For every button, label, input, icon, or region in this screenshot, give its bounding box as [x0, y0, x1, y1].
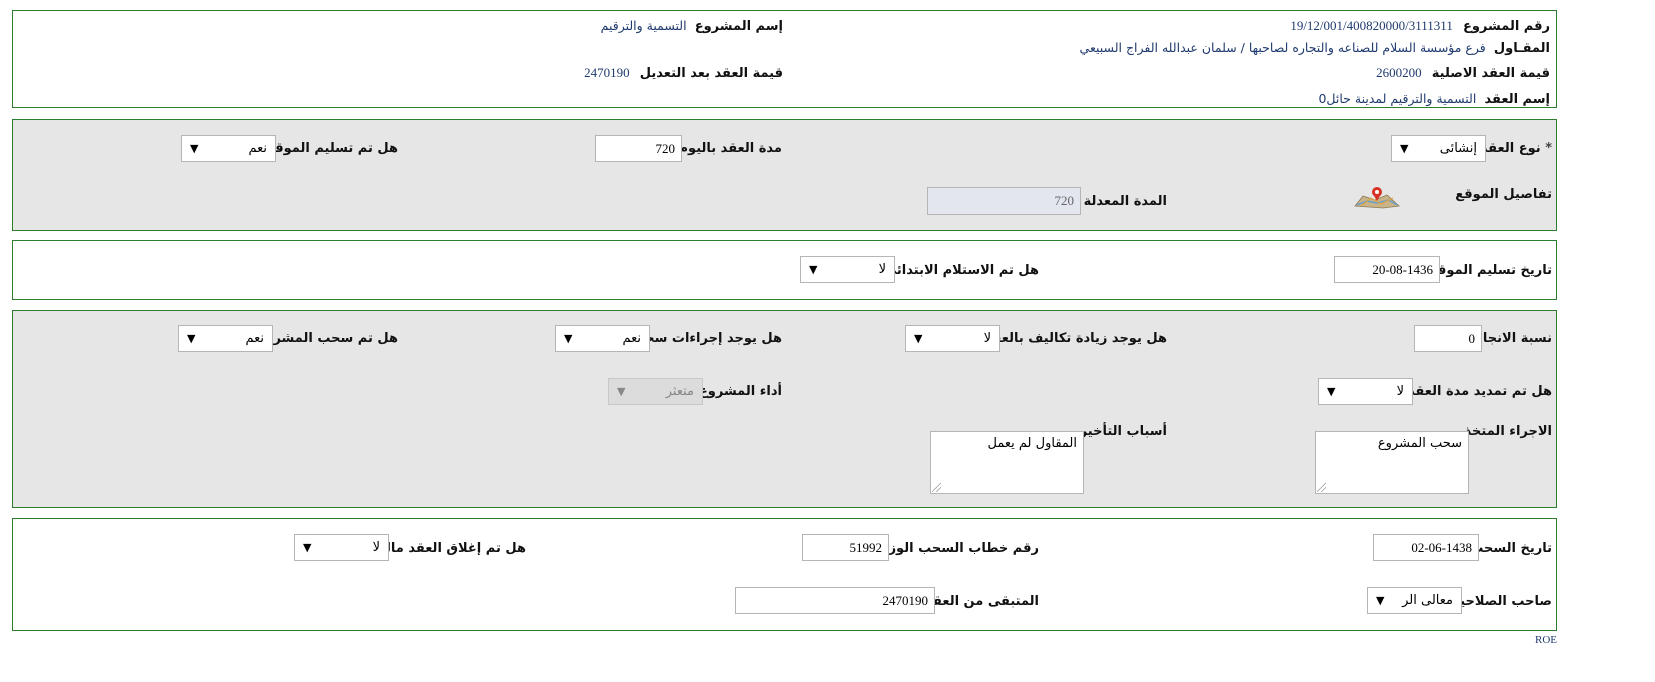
chevron-down-icon: ▼: [303, 541, 312, 554]
completion-label: نسبة الانجاز: [1475, 331, 1552, 346]
modified-duration-label: المدة المعدلة: [1083, 194, 1167, 209]
chevron-down-icon: ▼: [1376, 594, 1385, 607]
site-delivered-selected: نعم: [248, 141, 267, 156]
site-delivered-label: هل تم تسليم الموقع: [266, 141, 398, 156]
initial-receipt-select[interactable]: لا ▼: [800, 256, 895, 283]
chevron-down-icon: ▼: [190, 142, 199, 155]
remaining-input[interactable]: 2470190: [735, 587, 935, 614]
cost-increase-select[interactable]: لا ▼: [905, 325, 1000, 352]
contractor-label: المقـاول: [1493, 41, 1550, 56]
action-textarea[interactable]: سحب المشروع: [1315, 431, 1469, 494]
action-label: الاجراء المتخذ: [1464, 424, 1552, 439]
delay-reasons-label: أسباب التأخير: [1079, 424, 1167, 439]
contract-name-row: إسم العقد التسمية والترقيم لمدينة حائل0: [1318, 91, 1550, 107]
chevron-down-icon: ▼: [1327, 385, 1336, 398]
withdraw-procedures-select[interactable]: نعم ▼: [555, 325, 650, 352]
chevron-down-icon: ▼: [564, 332, 573, 345]
withdrawal-panel: تاريخ السحب 02-06-1438 رقم خطاب السحب ال…: [12, 518, 1557, 631]
footer-code: ROE: [1535, 634, 1557, 646]
project-name-row: إسم المشروع التسمية والترقيم: [601, 18, 783, 34]
project-name-value: التسمية والترقيم: [600, 18, 687, 33]
chevron-down-icon: ▼: [187, 332, 196, 345]
delivery-date-label: تاريخ تسليم الموقع: [1428, 263, 1552, 278]
withdraw-procedures-selected: نعم: [622, 331, 641, 346]
authority-select[interactable]: معالى الر ▼: [1367, 587, 1462, 614]
original-value-value: 2600200: [1376, 65, 1422, 80]
withdrawn-select[interactable]: نعم ▼: [178, 325, 273, 352]
project-header-panel: رقم المشروع 19/12/001/400820000/3111311 …: [12, 10, 1557, 108]
delivery-date-input[interactable]: 20-08-1436: [1334, 256, 1440, 283]
extended-selected: لا: [1396, 384, 1404, 399]
initial-receipt-label: هل تم الاستلام الابتدائى: [883, 263, 1039, 278]
project-number-row: رقم المشروع 19/12/001/400820000/3111311: [1290, 18, 1550, 34]
map-pin-icon[interactable]: [1353, 186, 1401, 210]
project-name-label: إسم المشروع: [694, 19, 783, 34]
letter-number-label: رقم خطاب السحب الوزارى: [864, 541, 1039, 556]
original-value-row: قيمة العقد الاصلية 2600200: [1376, 65, 1550, 81]
financial-close-label: هل تم إغلاق العقد ماليا: [375, 541, 526, 556]
cost-increase-label: هل يوجد زيادة تكاليف بالعقد: [984, 331, 1167, 346]
duration-label: مدة العقد باليوم: [678, 141, 782, 156]
action-text: سحب المشروع: [1377, 436, 1462, 451]
extended-select[interactable]: لا ▼: [1318, 378, 1413, 405]
remaining-label: المتبقى من العقد: [925, 594, 1039, 609]
delay-reasons-textarea[interactable]: المقاول لم يعمل: [930, 431, 1084, 494]
contract-type-select[interactable]: إنشائى ▼: [1391, 135, 1486, 162]
progress-panel: نسبة الانجاز 0 هل يوجد زيادة تكاليف بالع…: [12, 310, 1557, 508]
withdraw-procedures-label: هل يوجد إجراءات سحب: [631, 331, 782, 346]
extended-label: هل تم تمديد مدة العقد: [1407, 384, 1552, 399]
required-mark: *: [1545, 141, 1552, 156]
chevron-down-icon: ▼: [617, 385, 626, 398]
site-details-label: تفاصيل الموقع: [1455, 187, 1552, 202]
contract-name-label: إسم العقد: [1484, 92, 1550, 107]
project-number-label: رقم المشروع: [1462, 19, 1550, 34]
contract-type-label: * نوع العقد: [1481, 141, 1552, 156]
withdrawal-date-input[interactable]: 02-06-1438: [1373, 534, 1479, 561]
chevron-down-icon: ▼: [809, 263, 818, 276]
authority-selected: معالى الر: [1402, 593, 1453, 608]
withdrawn-selected: نعم: [245, 331, 264, 346]
initial-receipt-selected: لا: [878, 262, 886, 277]
financial-close-selected: لا: [372, 540, 380, 555]
contractor-row: المقـاول فرع مؤسسة السلام للصناعه والتجا…: [1080, 40, 1550, 56]
contract-type-selected: إنشائى: [1439, 141, 1477, 156]
contractor-value: فرع مؤسسة السلام للصناعه والتجاره لصاحبه…: [1079, 40, 1486, 55]
contract-panel: * نوع العقد إنشائى ▼ مدة العقد باليوم 72…: [12, 119, 1557, 231]
duration-input[interactable]: 720: [595, 135, 682, 162]
authority-label: صاحب الصلاحية: [1452, 594, 1552, 609]
performance-selected: متعثر: [665, 384, 694, 399]
delay-reasons-text: المقاول لم يعمل: [987, 436, 1077, 451]
cost-increase-selected: لا: [983, 331, 991, 346]
letter-number-input[interactable]: 51992: [802, 534, 889, 561]
original-value-label: قيمة العقد الاصلية: [1431, 66, 1550, 81]
chevron-down-icon: ▼: [1400, 142, 1409, 155]
value-after-row: قيمة العقد بعد التعديل 2470190: [584, 65, 783, 81]
site-delivery-panel: تاريخ تسليم الموقع 20-08-1436 هل تم الاس…: [12, 240, 1557, 300]
modified-duration-input: 720: [927, 187, 1081, 215]
financial-close-select[interactable]: لا ▼: [294, 534, 389, 561]
completion-input[interactable]: 0: [1414, 325, 1482, 352]
site-delivered-select[interactable]: نعم ▼: [181, 135, 276, 162]
withdrawn-label: هل تم سحب المشروع: [256, 331, 398, 346]
project-number-value: 19/12/001/400820000/3111311: [1290, 18, 1453, 33]
contract-name-value: التسمية والترقيم لمدينة حائل0: [1318, 91, 1477, 106]
chevron-down-icon: ▼: [914, 332, 923, 345]
performance-select: متعثر ▼: [608, 378, 703, 405]
value-after-value: 2470190: [584, 65, 630, 80]
withdrawal-date-label: تاريخ السحب: [1470, 541, 1552, 556]
contract-type-label-text: نوع العقد: [1480, 141, 1541, 156]
resize-grip-icon[interactable]: [932, 483, 941, 492]
performance-label: أداء المشروع: [698, 384, 782, 399]
resize-grip-icon[interactable]: [1317, 483, 1326, 492]
value-after-label: قيمة العقد بعد التعديل: [639, 66, 783, 81]
